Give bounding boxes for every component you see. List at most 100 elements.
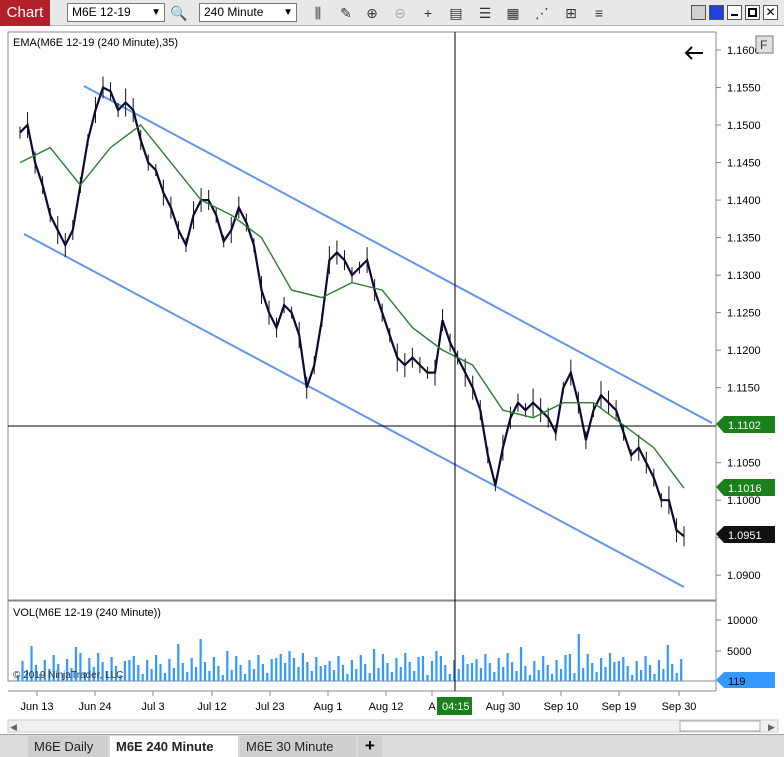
- draw-tool-icon[interactable]: ✎: [336, 3, 356, 23]
- volume-bar: [137, 665, 140, 681]
- volume-bar: [252, 669, 256, 681]
- date-tick-label: Jul 12: [197, 701, 226, 713]
- volume-axis: 10000 5000: [716, 615, 758, 658]
- volume-bar: [470, 663, 474, 681]
- volume-bar: [226, 651, 229, 681]
- date-tick-label: Aug 12: [369, 701, 404, 713]
- volume-bar: [515, 671, 518, 681]
- volume-bar: [155, 655, 158, 681]
- chart-canvas[interactable]: 1.16001.15501.15001.14501.14001.13501.13…: [0, 26, 784, 734]
- price-panel-frame: [7, 31, 717, 601]
- templates-icon[interactable]: ⊞: [561, 3, 581, 23]
- add-tab-button[interactable]: +: [358, 736, 382, 757]
- menu-icon[interactable]: ≡: [589, 3, 609, 23]
- volume-bar: [288, 651, 291, 681]
- volume-bar: [435, 651, 438, 681]
- date-tick-label: Jul 23: [255, 701, 284, 713]
- f-button-label: F: [760, 38, 767, 52]
- date-tick-label: Aug 30: [486, 701, 521, 713]
- date-tick-label: Aug 1: [314, 701, 343, 713]
- volume-bar: [533, 661, 536, 681]
- volume-bar: [546, 665, 549, 681]
- link-color-icon[interactable]: [691, 5, 706, 20]
- tab-240-minute[interactable]: M6E 240 Minute: [110, 736, 238, 757]
- volume-bar: [359, 655, 362, 681]
- volume-bar: [386, 663, 389, 681]
- crosshair-icon[interactable]: +: [418, 3, 438, 23]
- volume-bar: [617, 661, 620, 681]
- price-tick-label: 1.1500: [727, 120, 761, 132]
- volume-bar: [511, 662, 514, 681]
- volume-bar: [421, 656, 425, 681]
- volume-bar: [488, 663, 491, 681]
- price-tick-label: 1.1450: [727, 158, 761, 170]
- volume-bar: [186, 672, 189, 681]
- window-title: Chart: [0, 0, 50, 26]
- volume-bar: [128, 660, 131, 681]
- volume-bar: [373, 649, 376, 681]
- volume-bar: [653, 674, 656, 681]
- svg-text:04:15: 04:15: [442, 701, 470, 713]
- svg-text:1.1016: 1.1016: [728, 483, 762, 495]
- scroll-left-icon[interactable]: ◀: [10, 722, 17, 732]
- volume-bar: [297, 667, 300, 681]
- volume-bar: [528, 675, 531, 681]
- volume-bar: [235, 656, 238, 681]
- volume-bar: [150, 669, 153, 681]
- volume-bar: [324, 665, 327, 681]
- volume-bar: [341, 665, 345, 681]
- volume-bar: [657, 660, 660, 681]
- volume-bar: [319, 666, 322, 681]
- search-icon[interactable]: 🔍: [169, 3, 189, 23]
- tab-30-minute[interactable]: M6E 30 Minute: [240, 736, 356, 757]
- volume-bar: [364, 664, 367, 681]
- volume-bar: [613, 662, 616, 681]
- volume-bar: [270, 659, 273, 681]
- volume-bar: [377, 668, 380, 681]
- indicators-icon[interactable]: ▦: [503, 3, 523, 23]
- svg-text:1.1102: 1.1102: [728, 420, 761, 432]
- group-color-icon[interactable]: [709, 5, 724, 20]
- properties-icon[interactable]: ☰: [475, 3, 495, 23]
- volume-bar: [221, 675, 224, 681]
- zoom-in-icon[interactable]: ⊕: [362, 3, 382, 23]
- price-tick-label: 1.1400: [727, 195, 761, 207]
- volume-bar: [484, 654, 487, 681]
- volume-tick-label: 10000: [727, 615, 758, 627]
- volume-bar: [195, 667, 198, 681]
- scrollbar-thumb[interactable]: [679, 720, 761, 732]
- volume-bar: [163, 673, 166, 681]
- volume-bar: [315, 657, 318, 681]
- horizontal-scrollbar[interactable]: [7, 719, 779, 733]
- instrument-selector[interactable]: M6E 12-19 ▼: [67, 3, 165, 22]
- volume-bar: [577, 634, 580, 681]
- volume-bar: [203, 662, 207, 681]
- scroll-right-icon[interactable]: ▶: [768, 722, 775, 732]
- price-tick-label: 1.1250: [727, 308, 761, 320]
- volume-bar: [493, 672, 496, 681]
- maximize-icon[interactable]: [745, 5, 760, 20]
- data-box-icon[interactable]: ▤: [446, 3, 466, 23]
- volume-bar: [310, 671, 313, 681]
- volume-bar: [404, 653, 407, 681]
- minimize-icon[interactable]: [727, 5, 742, 20]
- crosshair-time-tag: 04:15: [437, 697, 472, 715]
- volume-bar: [301, 653, 304, 681]
- chart-style-icon[interactable]: ⫼: [308, 3, 328, 23]
- tab-daily[interactable]: M6E Daily: [28, 736, 108, 757]
- volume-bar: [244, 674, 247, 681]
- volume-bar: [600, 658, 603, 681]
- close-icon[interactable]: ✕: [763, 5, 778, 20]
- chart-window: Chart M6E 12-19 ▼ 🔍 240 Minute ▼ ⫼ ✎ ⊕ ⊖…: [0, 0, 784, 757]
- strategies-icon[interactable]: ⋰: [532, 3, 552, 23]
- volume-bar: [551, 674, 554, 681]
- zoom-out-icon[interactable]: ⊖: [390, 3, 410, 23]
- volume-bar: [666, 645, 669, 681]
- volume-bar: [346, 674, 349, 681]
- interval-selector[interactable]: 240 Minute ▼: [199, 3, 297, 22]
- volume-bar: [395, 658, 398, 681]
- volume-bar: [266, 673, 269, 681]
- chart-panel[interactable]: 1.1600 1.1550 1.1500 1.1450 1.1400 1.1350 1.13…: [0, 26, 784, 734]
- volume-bar: [604, 667, 607, 681]
- volume-bar: [680, 659, 683, 681]
